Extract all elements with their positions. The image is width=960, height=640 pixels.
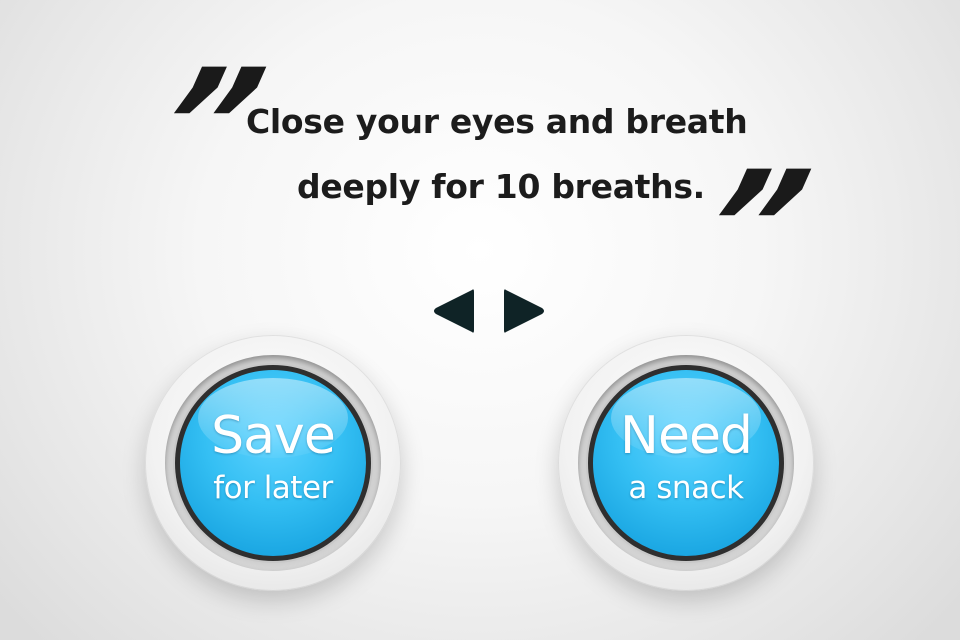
save-button-label-sub: for later — [213, 470, 333, 506]
button-ring: Need a snack — [578, 355, 794, 571]
next-button[interactable] — [502, 286, 548, 336]
button-rim: Need a snack — [588, 365, 784, 561]
snack-button-label-main: Need — [620, 406, 753, 466]
quote-close-mark: ” — [683, 140, 824, 314]
quote-line-2: deeply for 10 breaths. — [297, 167, 705, 206]
previous-button[interactable] — [430, 286, 476, 336]
quote-line-1: Close your eyes and breath — [246, 102, 748, 141]
button-ring: Save for later — [165, 355, 381, 571]
save-button-label-main: Save — [211, 406, 336, 466]
button-face: Save for later — [180, 370, 366, 556]
snack-button-label-sub: a snack — [628, 470, 744, 506]
button-rim: Save for later — [175, 365, 371, 561]
save-for-later-button[interactable]: Save for later — [145, 335, 401, 591]
need-a-snack-button[interactable]: Need a snack — [558, 335, 814, 591]
triangle-right-icon — [504, 289, 544, 333]
button-face: Need a snack — [593, 370, 779, 556]
triangle-left-icon — [434, 289, 474, 333]
